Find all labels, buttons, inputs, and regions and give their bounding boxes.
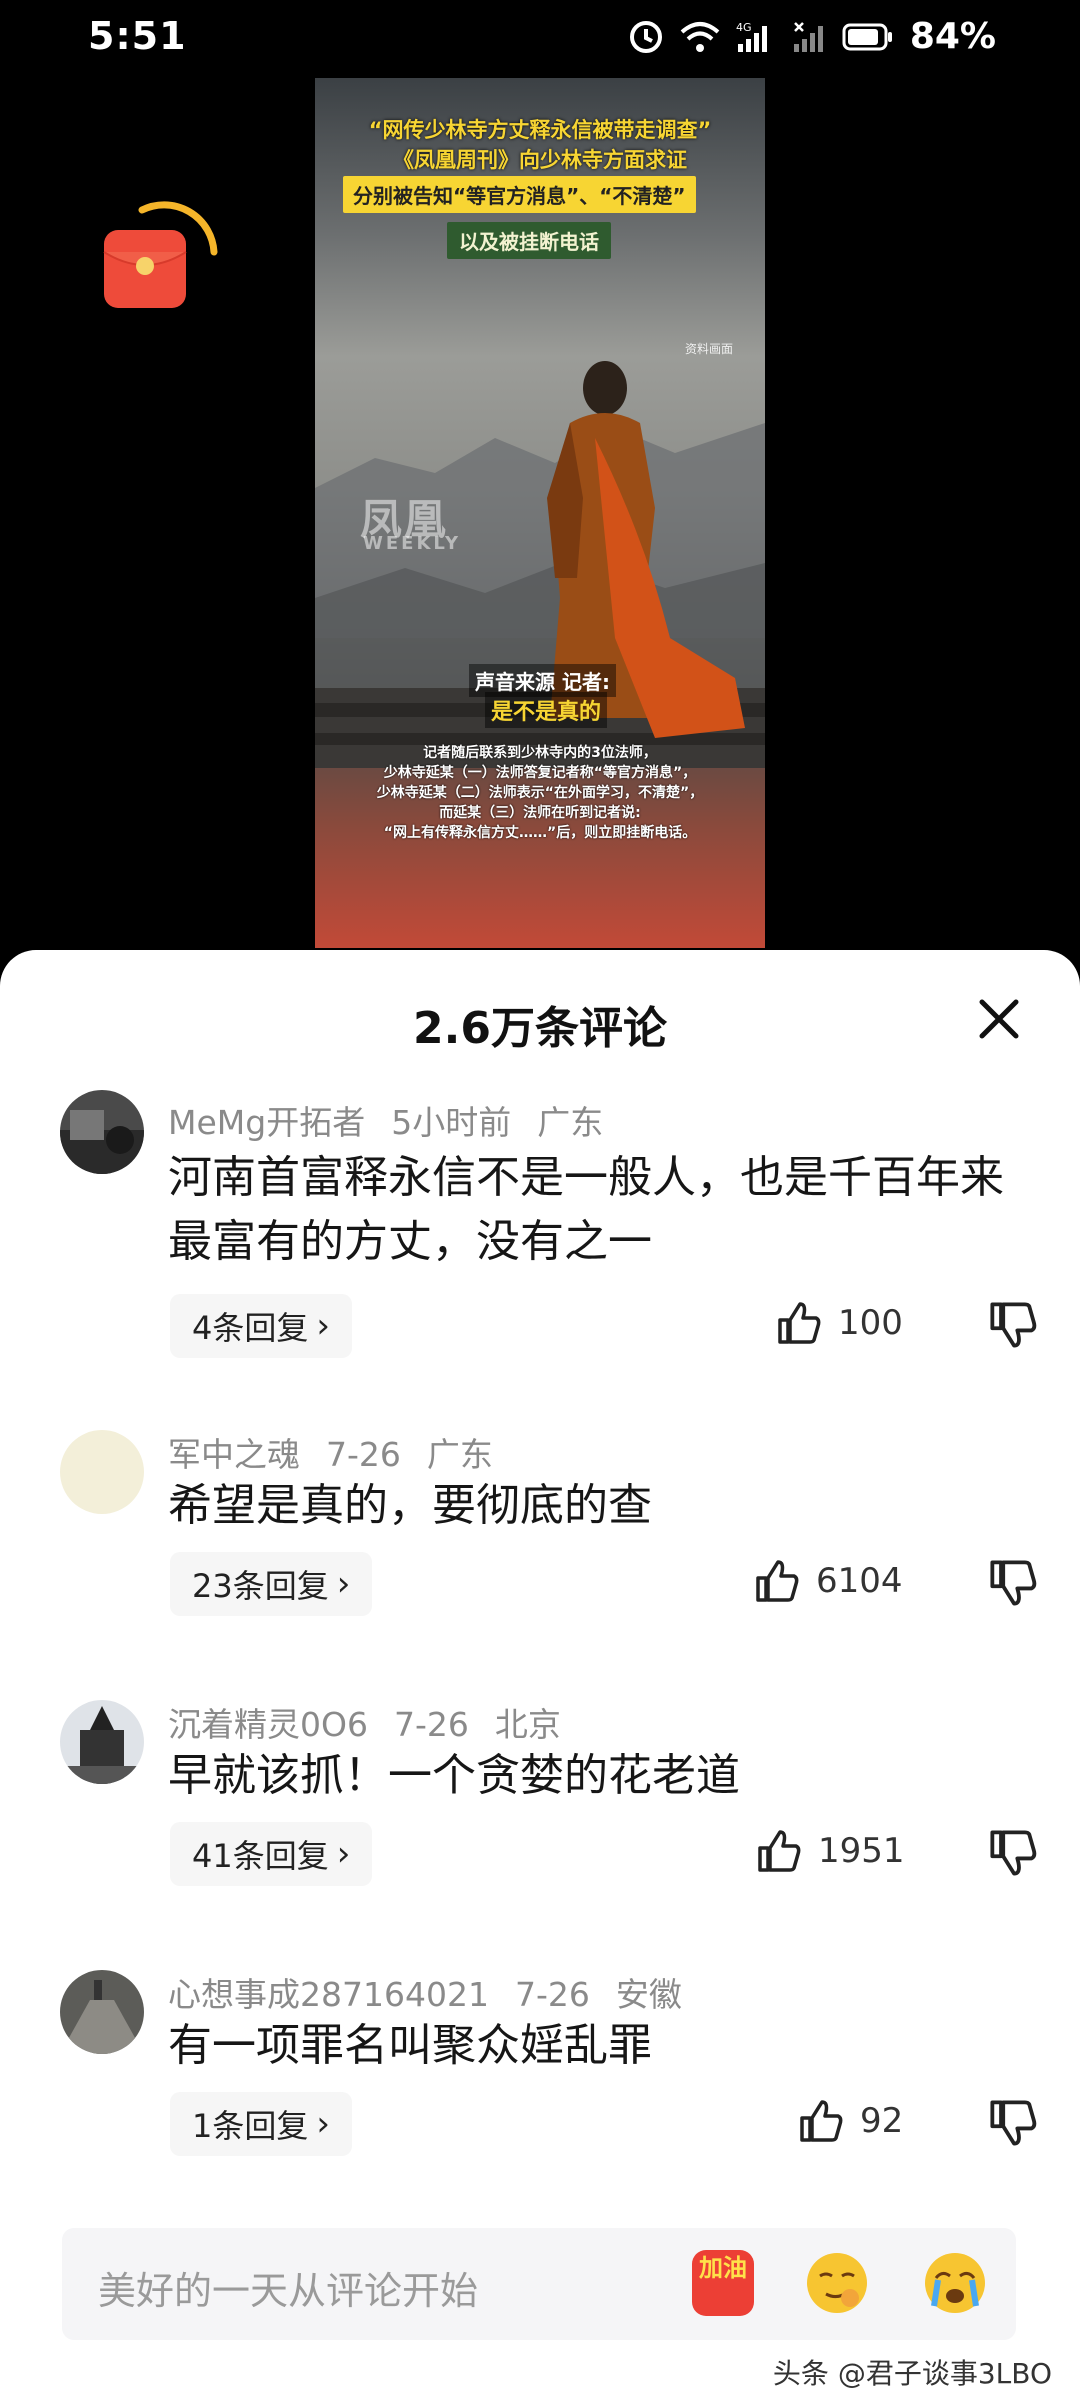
video-subtitle-line: 而延某（三）法师在听到记者说: bbox=[439, 805, 641, 821]
avatar[interactable] bbox=[60, 1090, 144, 1174]
comment-item: MeMg开拓者 5小时前 广东 河南首富释永信不是一般人，也是千百年来最富有的方丈，… bbox=[0, 1090, 1080, 1358]
video-watermark-sub: WEEKLY bbox=[363, 533, 462, 554]
video-caption-4: 以及被挂断电话 bbox=[447, 222, 611, 259]
like-button[interactable]: 100 bbox=[776, 1300, 903, 1346]
reply-count: 4条回复 bbox=[192, 1309, 309, 1347]
thumbs-up-icon bbox=[800, 2100, 843, 2142]
reply-count: 41条回复 bbox=[192, 1837, 329, 1875]
like-count: 1951 bbox=[818, 1831, 905, 1871]
comment-input-placeholder[interactable]: 美好的一天从评论开始 bbox=[98, 2260, 478, 2315]
sticker-jiayou-text: 加油 bbox=[699, 2254, 747, 2282]
view-replies-button[interactable]: 1条回复 › bbox=[170, 2092, 352, 2156]
comment-sheet: 2.6万条评论 MeMg开拓者 5小时前 广东 河南首富释永信不是一般人，也是千百年… bbox=[0, 950, 1080, 2400]
thumbs-up-icon bbox=[756, 1560, 799, 1602]
comment-username[interactable]: MeMg开拓者 bbox=[168, 1103, 365, 1142]
avatar[interactable] bbox=[60, 1430, 144, 1514]
comment-meta: 沉着精灵0O6 7-26 北京 bbox=[168, 1698, 587, 1746]
comment-meta: MeMg开拓者 5小时前 广东 bbox=[168, 1096, 629, 1144]
comment-username[interactable]: 心想事成287164021 bbox=[168, 1975, 489, 2014]
chevron-right-icon: › bbox=[316, 2104, 330, 2144]
close-icon[interactable] bbox=[974, 994, 1024, 1044]
comment-time: 5小时前 bbox=[391, 1103, 512, 1142]
video-subtitle-line: 记者随后联系到少林寺内的3位法师， bbox=[423, 745, 657, 761]
video-subtitle-line: 少林寺延某（二）法师表示“在外面学习，不清楚”， bbox=[376, 785, 704, 801]
video-source-tag: 资料画面 bbox=[685, 342, 734, 356]
comment-meta: 军中之魂 7-26 广东 bbox=[168, 1428, 519, 1476]
chevron-right-icon: › bbox=[336, 1834, 351, 1874]
video-caption-3: 分别被告知“等官方消息”、“不清楚” bbox=[343, 176, 696, 213]
comment-username[interactable]: 军中之魂 bbox=[168, 1435, 300, 1474]
comment-count-title: 2.6万条评论 bbox=[413, 1003, 667, 1054]
comment-time: 7-26 bbox=[514, 1975, 590, 2014]
comment-item: 军中之魂 7-26 广东 希望是真的，要彻底的查 23条回复 › 6104 bbox=[0, 1428, 1080, 1616]
thumbs-down-icon[interactable] bbox=[988, 1558, 1038, 1608]
video-caption-1: “网传少林寺方丈释永信被带走调查” bbox=[368, 118, 712, 142]
reply-count: 1条回复 bbox=[192, 2107, 309, 2145]
like-count: 6104 bbox=[816, 1561, 903, 1601]
comment-username[interactable]: 沉着精灵0O6 bbox=[168, 1705, 368, 1744]
wifi-icon bbox=[680, 21, 720, 52]
video-caption-2: 《凤凰周刊》向少林寺方面求证 bbox=[393, 148, 687, 172]
comment-meta: 心想事成287164021 7-26 安徽 bbox=[168, 1968, 708, 2016]
video-voice-quote: 是不是真的 bbox=[485, 692, 608, 728]
comment-text[interactable]: 早就该抓！一个贪婪的花老道 bbox=[168, 1744, 1008, 1808]
status-icons: 4G 84% bbox=[628, 16, 996, 57]
comment-text[interactable]: 河南首富释永信不是一般人，也是千百年来最富有的方丈，没有之一 bbox=[168, 1146, 1008, 1274]
comment-location: 广东 bbox=[426, 1435, 493, 1474]
video-player[interactable]: “网传少林寺方丈释永信被带走调查” 《凤凰周刊》向少林寺方面求证 分别被告知“等… bbox=[315, 78, 765, 948]
view-replies-button[interactable]: 41条回复 › bbox=[170, 1822, 373, 1886]
thumbs-down-icon[interactable] bbox=[988, 1828, 1038, 1878]
red-packet-icon[interactable] bbox=[98, 190, 218, 320]
comment-location: 广东 bbox=[537, 1103, 604, 1142]
chevron-right-icon: › bbox=[316, 1306, 330, 1346]
like-count: 92 bbox=[860, 2101, 904, 2141]
avatar[interactable] bbox=[60, 1970, 144, 2054]
thumbs-up-icon bbox=[778, 1302, 821, 1344]
thumbs-down-icon[interactable] bbox=[988, 1300, 1038, 1350]
smug-emoji-icon[interactable] bbox=[804, 2250, 870, 2316]
alarm-icon bbox=[629, 20, 662, 53]
view-replies-button[interactable]: 23条回复 › bbox=[170, 1552, 373, 1616]
svg-text:4G: 4G bbox=[736, 21, 752, 34]
video-subtitle-line: 少林寺延某（一）法师答复记者称“等官方消息”， bbox=[383, 765, 697, 781]
status-time: 5:51 bbox=[88, 14, 187, 58]
comment-text[interactable]: 希望是真的，要彻底的查 bbox=[168, 1474, 1008, 1538]
status-bar: 5:51 4G 84% bbox=[0, 0, 1080, 80]
comment-item: 沉着精灵0O6 7-26 北京 早就该抓！一个贪婪的花老道 41条回复 › 1951 bbox=[0, 1698, 1080, 1886]
reply-count: 23条回复 bbox=[192, 1567, 329, 1605]
comment-input[interactable]: 美好的一天从评论开始 加油 bbox=[62, 2228, 1016, 2340]
signal-4g-icon: 4G bbox=[736, 21, 767, 52]
like-button[interactable]: 6104 bbox=[754, 1558, 903, 1604]
like-button[interactable]: 92 bbox=[798, 2098, 903, 2144]
comment-location: 安徽 bbox=[615, 1975, 682, 2014]
avatar[interactable] bbox=[60, 1700, 144, 1784]
thumbs-up-icon bbox=[758, 1830, 801, 1872]
view-replies-button[interactable]: 4条回复 › bbox=[170, 1294, 352, 1358]
like-button[interactable]: 1951 bbox=[756, 1828, 905, 1874]
thumbs-down-icon[interactable] bbox=[988, 2098, 1038, 2148]
comment-time: 7-26 bbox=[393, 1705, 469, 1744]
battery-icon bbox=[842, 23, 892, 50]
battery-percent: 84% bbox=[909, 16, 996, 57]
like-count: 100 bbox=[838, 1303, 903, 1343]
crying-emoji-icon[interactable] bbox=[922, 2250, 988, 2316]
sticker-jiayou-icon[interactable]: 加油 bbox=[692, 2250, 754, 2316]
source-watermark: 头条 @君子谈事3LBO bbox=[772, 2357, 1052, 2390]
comment-item: 心想事成287164021 7-26 安徽 有一项罪名叫聚众婬乱罪 1条回复 › 92 bbox=[0, 1968, 1080, 2156]
comment-text[interactable]: 有一项罪名叫聚众婬乱罪 bbox=[168, 2014, 1008, 2078]
video-subtitle-line: “网上有传释永信方丈……”后，则立即挂断电话。 bbox=[383, 825, 697, 841]
signal-x-icon bbox=[793, 21, 823, 52]
comment-location: 北京 bbox=[494, 1705, 561, 1744]
comment-time: 7-26 bbox=[326, 1435, 401, 1474]
chevron-right-icon: › bbox=[336, 1564, 351, 1604]
